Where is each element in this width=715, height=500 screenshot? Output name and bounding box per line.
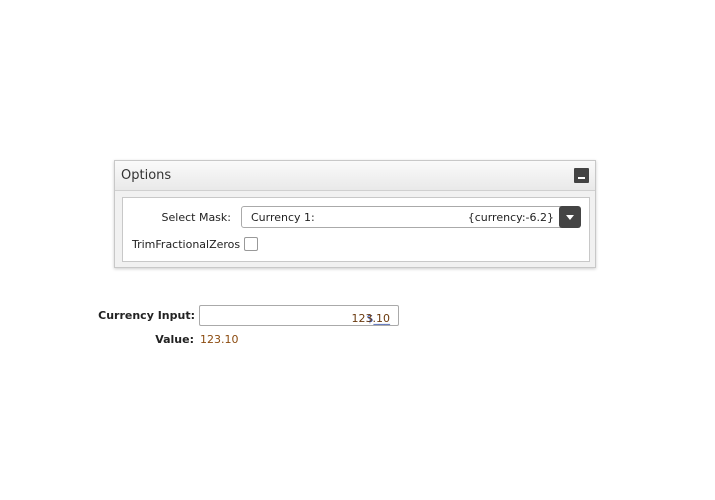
mask-name: Currency 1:	[251, 211, 315, 224]
trim-checkbox[interactable]	[244, 237, 258, 251]
options-panel: Options Select Mask: Currency 1: {curren…	[114, 160, 596, 268]
options-header: Options	[115, 161, 595, 191]
currency-input[interactable]: $___ 123.10	[199, 305, 399, 326]
minimize-button[interactable]	[574, 168, 589, 183]
currency-amount: 123.10	[351, 312, 391, 325]
trim-label: TrimFractionalZeros	[132, 238, 241, 251]
value-label: Value:	[155, 333, 194, 346]
currency-input-label: Currency Input:	[98, 309, 195, 322]
options-body: Select Mask: Currency 1: {currency:-6.2}…	[122, 197, 590, 262]
options-title: Options	[121, 168, 172, 183]
value-text: 123.10	[200, 333, 239, 346]
mask-select[interactable]: Currency 1: {currency:-6.2}	[241, 206, 563, 228]
select-mask-label: Select Mask:	[161, 211, 231, 224]
mask-format: {currency:-6.2}	[467, 211, 554, 224]
dropdown-arrow-icon[interactable]	[559, 206, 581, 228]
